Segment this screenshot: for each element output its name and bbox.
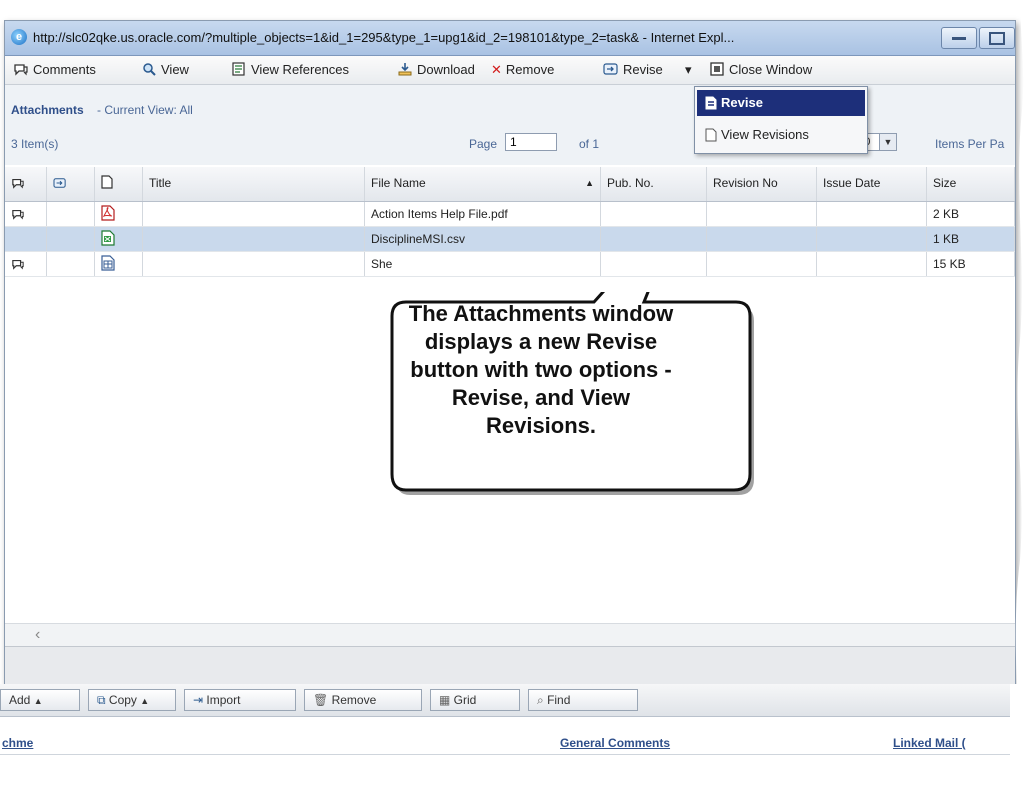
chevron-up-icon: ▲ <box>33 696 43 706</box>
table-icon <box>95 252 143 276</box>
items-per-page-label: Items Per Pa <box>935 137 1005 151</box>
view-references-button[interactable]: View References <box>231 61 349 79</box>
column-title[interactable]: Title <box>143 167 365 201</box>
tab-attachments[interactable]: chme <box>2 736 33 750</box>
comments-button[interactable]: Comments <box>13 61 96 79</box>
column-revision-no[interactable]: Revision No <box>707 167 817 201</box>
add-button[interactable]: Add ▲ <box>0 689 80 711</box>
revise-menu-icon <box>705 96 717 110</box>
table-row[interactable]: Action Items Help File.pdf 2 KB <box>5 202 1015 227</box>
minimize-button[interactable] <box>941 27 977 49</box>
bottom-toolbar: Add ▲ ⧉ Copy ▲ ⇥ Import 🗑 Remove ▦ Grid … <box>0 684 1010 717</box>
file-type-column-icon[interactable] <box>95 167 143 201</box>
comment-indicator-icon <box>5 202 47 226</box>
horizontal-scrollbar[interactable]: ‹ <box>5 623 1015 646</box>
size-cell: 2 KB <box>927 202 1015 226</box>
torn-edge <box>1014 0 1030 789</box>
close-window-icon <box>710 62 724 76</box>
view-magnifier-icon <box>143 63 156 76</box>
column-pub-no[interactable]: Pub. No. <box>601 167 707 201</box>
grid-header-row: Title File Name ▲ Pub. No. Revision No I… <box>5 167 1015 202</box>
download-button[interactable]: Download <box>397 61 475 79</box>
parent-page-bottom: Add ▲ ⧉ Copy ▲ ⇥ Import 🗑 Remove ▦ Grid … <box>0 684 1030 789</box>
csv-icon <box>95 227 143 251</box>
remove-bottom-button[interactable]: 🗑 Remove <box>304 689 422 711</box>
chevron-up-icon: ▲ <box>140 696 150 706</box>
tab-linked-mail[interactable]: Linked Mail ( <box>893 736 966 750</box>
scroll-left-icon[interactable]: ‹ <box>35 626 40 644</box>
callout-text: The Attachments window displays a new Re… <box>408 301 674 438</box>
revise-dropdown-icon[interactable]: ▾ <box>685 61 692 79</box>
find-button[interactable]: ⌕ Find <box>528 689 638 711</box>
revise-icon <box>603 63 618 75</box>
revise-dropdown-menu: Revise View Revisions <box>694 86 868 154</box>
remove-x-icon: ✕ <box>491 62 502 77</box>
file-name-cell[interactable]: She <box>365 252 601 276</box>
bottom-tabs: chme General Comments Linked Mail ( <box>0 724 1010 755</box>
find-icon: ⌕ <box>537 693 548 707</box>
revise-button[interactable]: Revise <box>603 61 663 79</box>
trash-icon: 🗑 <box>313 693 332 707</box>
item-count: 3 Item(s) <box>11 137 59 151</box>
file-name-cell[interactable]: DisciplineMSI.csv <box>365 227 601 251</box>
tab-general-comments[interactable]: General Comments <box>560 736 670 750</box>
revise-column-icon[interactable] <box>47 167 95 201</box>
menu-item-revise[interactable]: Revise <box>697 90 865 116</box>
import-icon: ⇥ <box>193 693 207 707</box>
chevron-down-icon: ▼ <box>879 134 896 150</box>
import-button[interactable]: ⇥ Import <box>184 689 296 711</box>
column-size[interactable]: Size <box>927 167 1015 201</box>
grid-button[interactable]: ▦ Grid <box>430 689 520 711</box>
ie-logo-icon: e <box>11 29 27 45</box>
table-row[interactable]: She 15 KB <box>5 252 1015 277</box>
menu-item-view-revisions[interactable]: View Revisions <box>697 122 865 148</box>
comments-column-icon[interactable] <box>5 167 47 201</box>
attachments-title: Attachments <box>11 103 84 117</box>
window-status-bar <box>5 646 1015 685</box>
current-view-label: - Current View: All <box>97 103 193 117</box>
references-icon <box>232 62 245 76</box>
size-cell: 1 KB <box>927 227 1015 251</box>
size-cell: 15 KB <box>927 252 1015 276</box>
grid-icon: ▦ <box>439 693 454 707</box>
tutorial-screenshot: e http://slc02qke.us.oracle.com/?multipl… <box>0 0 1030 789</box>
table-row-selected[interactable]: DisciplineMSI.csv 1 KB <box>5 227 1015 252</box>
window-title-bar: e http://slc02qke.us.oracle.com/?multipl… <box>5 21 1015 56</box>
page-number-input[interactable] <box>505 133 557 151</box>
comment-indicator-icon <box>5 252 47 276</box>
download-icon <box>398 63 412 76</box>
copy-button[interactable]: ⧉ Copy ▲ <box>88 689 176 711</box>
column-file-name[interactable]: File Name ▲ <box>365 167 601 201</box>
view-button[interactable]: View <box>141 61 189 79</box>
sort-ascending-icon: ▲ <box>585 178 594 188</box>
attachments-toolbar: Comments View View References Download ✕… <box>5 56 1015 85</box>
comments-icon <box>14 64 28 76</box>
page-of-label: of 1 <box>579 137 600 151</box>
pdf-icon <box>95 202 143 226</box>
window-title: http://slc02qke.us.oracle.com/?multiple_… <box>33 30 735 45</box>
file-name-cell[interactable]: Action Items Help File.pdf <box>365 202 601 226</box>
remove-button[interactable]: ✕ Remove <box>491 61 554 79</box>
close-window-button[interactable]: Close Window <box>709 61 812 79</box>
document-icon <box>705 128 717 142</box>
column-issue-date[interactable]: Issue Date <box>817 167 927 201</box>
page-label: Page <box>469 137 498 151</box>
copy-icon: ⧉ <box>97 693 109 707</box>
